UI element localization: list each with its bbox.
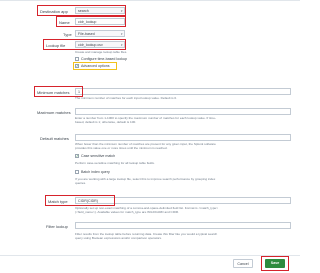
type-value: File-based	[78, 32, 95, 36]
advanced-options-checkbox[interactable]: ✓	[75, 64, 79, 68]
configure-time-checkbox[interactable]	[75, 57, 79, 61]
cancel-button[interactable]: Cancel	[233, 259, 253, 268]
maximum-matches-input[interactable]	[75, 108, 291, 115]
batch-index-help-1: If you are working with a large lookup f…	[75, 177, 216, 181]
type-label: Type	[63, 32, 72, 37]
default-matches-label: Default matches	[40, 136, 69, 141]
default-matches-input[interactable]	[75, 134, 291, 141]
filter-lookup-input[interactable]	[75, 222, 291, 229]
batch-index-label: Batch index query	[81, 170, 110, 174]
chevron-down-icon: ▾	[120, 9, 123, 13]
minimum-matches-label: Minimum matches	[37, 90, 70, 95]
default-matches-help-2: provides this value one or more times un…	[75, 146, 168, 150]
maximum-matches-help-2: based, default is 1; otherwise, default …	[75, 120, 137, 124]
case-sensitive-label: Case sensitive match	[81, 154, 116, 158]
chevron-down-icon: ▾	[120, 43, 123, 47]
case-sensitive-checkbox[interactable]: ✓	[75, 154, 79, 158]
lookup-file-select[interactable]: cidr_lookup.csv ▾	[75, 41, 125, 48]
minimum-matches-help: The minimum number of matches for each i…	[75, 96, 177, 100]
footer-divider	[0, 255, 300, 256]
filter-lookup-label: Filter lookup	[46, 224, 68, 229]
batch-index-help-2: queries.	[75, 181, 87, 185]
advanced-options-label: Advanced options	[81, 64, 110, 68]
name-input[interactable]: cidr_lookup	[75, 18, 125, 25]
lookup-file-label: Lookup file	[46, 43, 66, 48]
save-button[interactable]: Save	[265, 259, 285, 268]
destination-app-label: Destination app	[40, 9, 68, 14]
minimum-matches-input[interactable]: 1	[75, 88, 291, 95]
case-sensitive-help: Perform case-sensitive matching for all …	[75, 161, 155, 165]
match-type-label: Match type	[48, 199, 68, 204]
lookup-file-help: Create and manage lookup table files.	[75, 50, 128, 54]
filter-lookup-help-2: query using Boolean expressions and/or c…	[75, 236, 162, 240]
top-divider	[0, 0, 300, 1]
match-type-input[interactable]: CIDR(CIDR)	[75, 197, 291, 204]
name-label: Name	[59, 20, 70, 25]
destination-app-value: search	[78, 9, 89, 13]
chevron-down-icon: ▾	[120, 32, 123, 36]
lookup-file-value: cidr_lookup.csv	[78, 43, 103, 47]
type-select[interactable]: File-based ▾	[75, 30, 125, 37]
batch-index-checkbox[interactable]	[75, 170, 79, 174]
destination-app-select[interactable]: search ▾	[75, 7, 125, 14]
maximum-matches-label: Maximum matches	[37, 110, 71, 115]
match-type-help-2: (<field_name>). Available values for mat…	[75, 210, 179, 214]
configure-time-label: Configure time-based lookup	[81, 57, 127, 61]
